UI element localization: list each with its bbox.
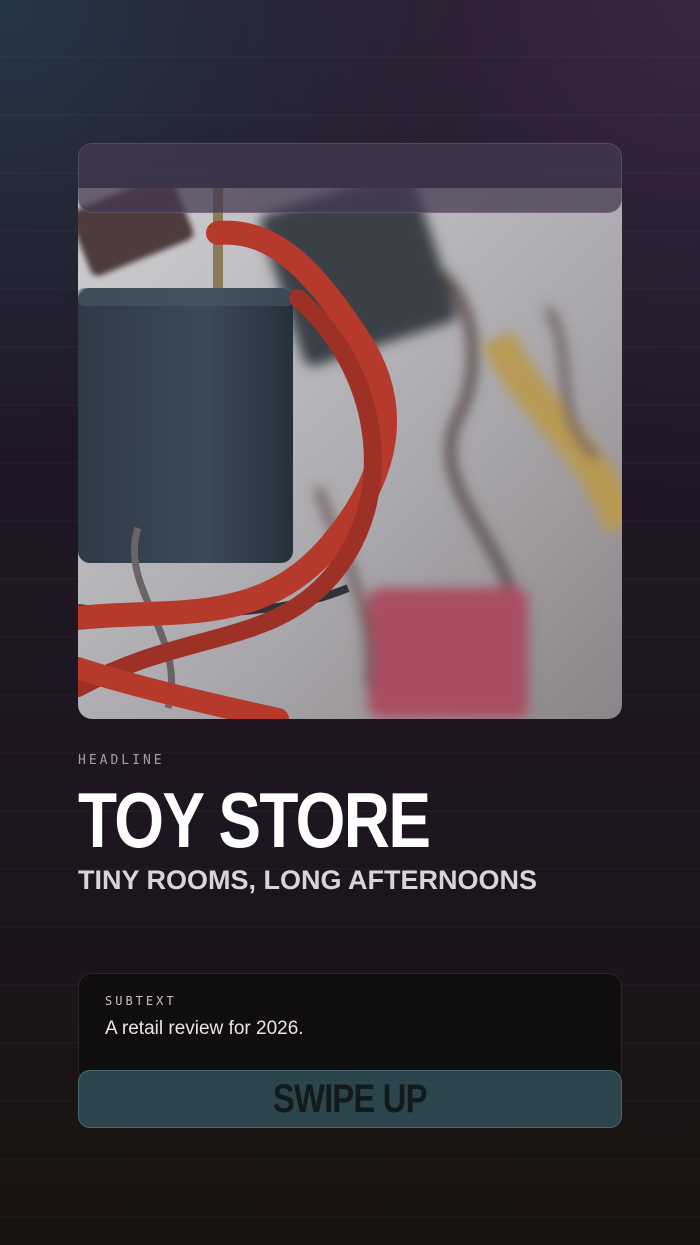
story-subtitle: TINY ROOMS, LONG AFTERNOONS	[78, 865, 538, 895]
story-title: TOY STORE	[78, 776, 431, 864]
headline-label: HEADLINE	[78, 753, 165, 768]
swipe-up-button[interactable]: SWIPE UP	[78, 1070, 622, 1128]
media-card	[78, 143, 622, 719]
media-top-bar	[78, 143, 622, 213]
subtext-card: SUBTEXT A retail review for 2026.	[78, 973, 622, 1083]
subtext-label: SUBTEXT	[105, 994, 177, 1008]
subtext-body: A retail review for 2026.	[105, 1018, 304, 1039]
swipe-up-label: SWIPE UP	[273, 1076, 428, 1121]
padlocks-photo	[78, 188, 622, 719]
